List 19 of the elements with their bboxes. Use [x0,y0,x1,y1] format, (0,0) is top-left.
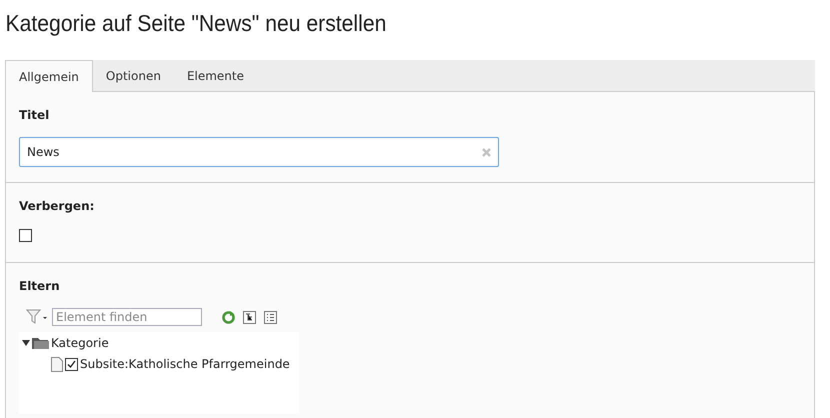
tree-item[interactable]: Subsite:Katholische Pfarrgemeinde [80,357,290,371]
title-field[interactable]: News [19,137,499,167]
field-label: Verbergen: [19,199,96,213]
expand-icon[interactable] [22,339,30,347]
checkbox[interactable] [65,358,78,370]
tab[interactable]: Optionen [92,60,174,91]
page-icon [51,356,63,372]
refresh-icon[interactable] [222,310,235,324]
tab[interactable]: Allgemein [5,60,93,92]
tree-item[interactable]: Kategorie [51,336,109,350]
list-icon[interactable] [264,310,277,324]
folder-icon [32,336,49,350]
tab[interactable]: Elemente [174,60,258,91]
page-title: Kategorie auf Seite "News" neu erstellen [4,9,388,38]
filter-icon[interactable] [26,309,48,325]
checkbox[interactable] [19,229,32,242]
field-label: Titel [19,108,50,122]
field-label: Eltern [19,279,61,293]
search-field[interactable]: Element finden [52,308,202,326]
